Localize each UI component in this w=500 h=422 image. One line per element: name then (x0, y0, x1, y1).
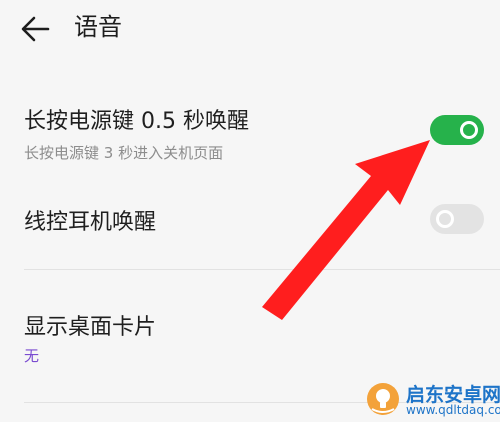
back-button[interactable] (14, 12, 54, 46)
top-bar: 语音 (0, 0, 500, 60)
setting-row-power-key-wake[interactable]: 长按电源键 0.5 秒唤醒 长按电源键 3 秒进入关机页面 (0, 95, 500, 175)
setting-row-desktop-card[interactable]: 显示桌面卡片 无 (0, 295, 500, 375)
arrow-left-icon (21, 16, 50, 42)
setting-title: 线控耳机唤醒 (24, 210, 157, 235)
setting-title: 长按电源键 0.5 秒唤醒 (24, 109, 249, 134)
power-key-wake-toggle[interactable] (430, 115, 484, 145)
watermark: 启东安卓网 www.qdltdaq.com (358, 378, 500, 422)
wired-headset-wake-toggle[interactable] (430, 204, 484, 234)
page-title: 语音 (74, 13, 122, 41)
setting-title: 显示桌面卡片 (24, 315, 157, 340)
toggle-knob (436, 210, 454, 228)
watermark-url: www.qdltdaq.com (406, 403, 500, 417)
divider (24, 269, 500, 270)
hand-bulb-logo-icon (367, 383, 399, 415)
setting-value: 无 (24, 347, 40, 365)
setting-subtitle: 长按电源键 3 秒进入关机页面 (24, 144, 224, 162)
setting-row-wired-headset-wake[interactable]: 线控耳机唤醒 (0, 190, 500, 250)
toggle-knob (460, 121, 478, 139)
